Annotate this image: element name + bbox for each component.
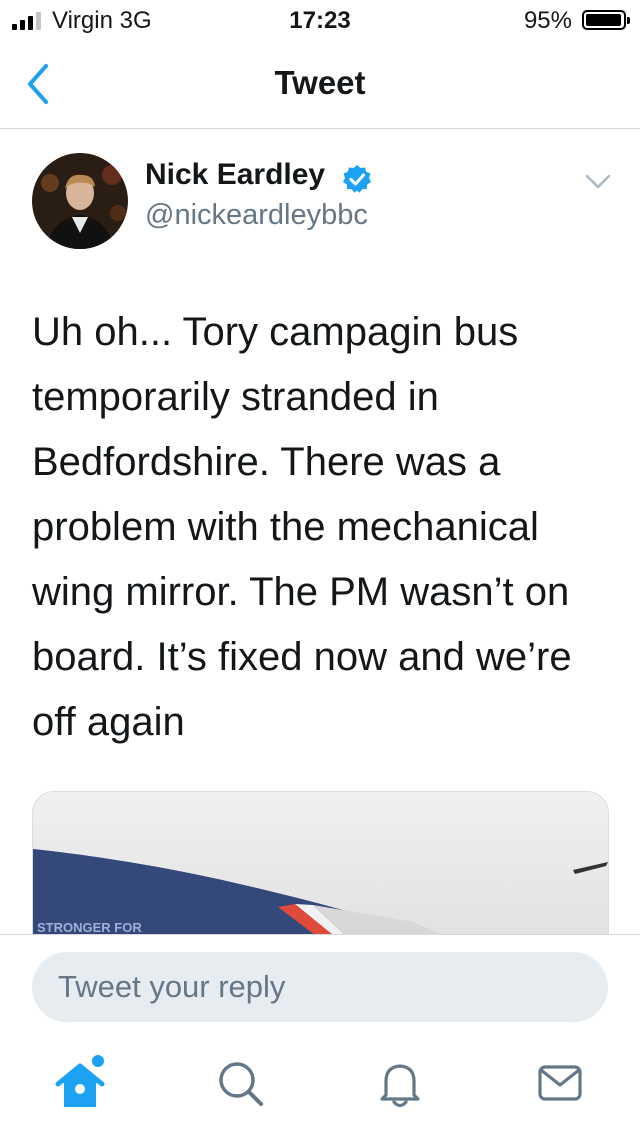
navigation-bar: Tweet bbox=[0, 40, 640, 129]
home-icon[interactable] bbox=[50, 1053, 110, 1113]
avatar[interactable] bbox=[32, 153, 128, 249]
page-title: Tweet bbox=[274, 64, 366, 101]
reply-input[interactable]: Tweet your reply bbox=[32, 952, 608, 1022]
bell-icon[interactable] bbox=[370, 1053, 430, 1113]
author-handle[interactable]: @nickeardleybbc bbox=[145, 199, 368, 232]
battery-percentage: 95% bbox=[523, 7, 572, 34]
battery-icon bbox=[582, 10, 630, 30]
chevron-down-icon[interactable] bbox=[584, 172, 612, 192]
reply-bar: Tweet your reply bbox=[0, 934, 640, 1137]
tweet-media-image[interactable]: STRONGER FOR bbox=[32, 791, 609, 935]
author-name[interactable]: Nick Eardley bbox=[145, 158, 325, 192]
search-icon[interactable] bbox=[210, 1053, 270, 1113]
tweet-text: Uh oh... Tory campagin bus temporarily s… bbox=[32, 310, 572, 744]
verified-badge-icon bbox=[343, 165, 371, 193]
bus-slogan-text: STRONGER FOR bbox=[37, 920, 142, 935]
status-bar: Virgin 3G 17:23 95% bbox=[0, 0, 640, 40]
mail-icon[interactable] bbox=[530, 1053, 590, 1113]
